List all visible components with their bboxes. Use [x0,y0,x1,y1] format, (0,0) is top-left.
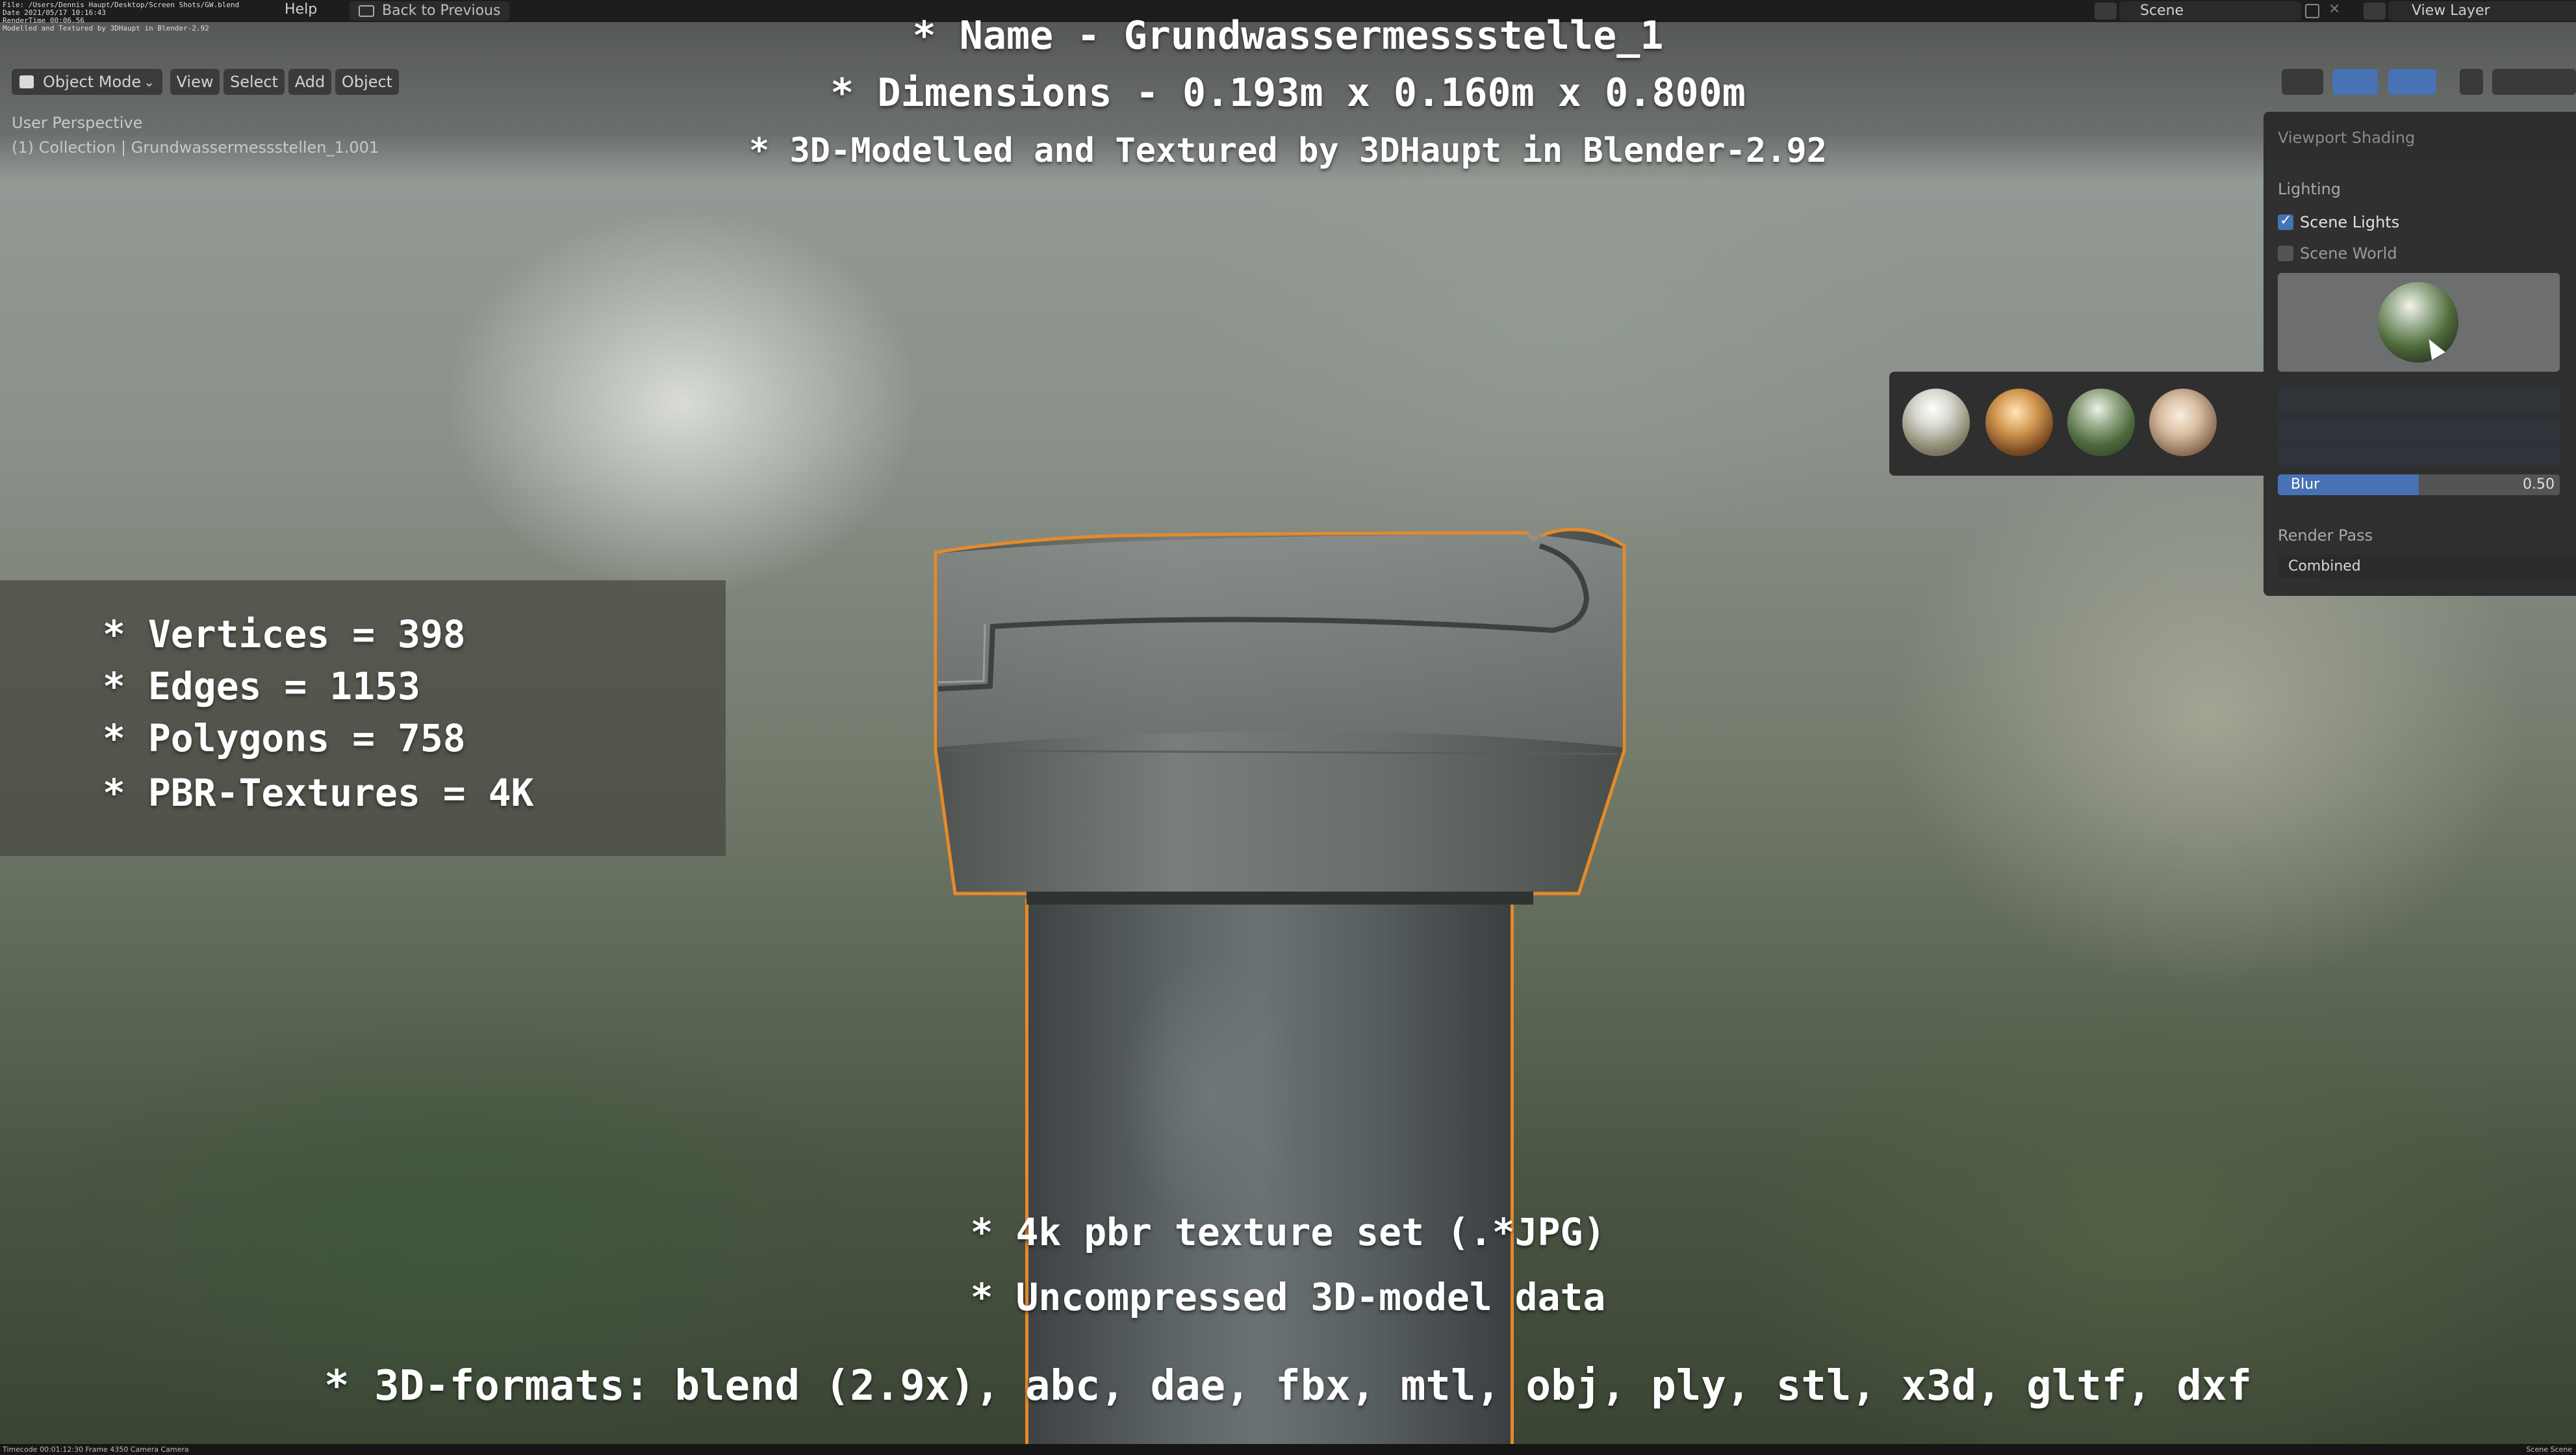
status-left: Timecode 00:01:12:30 Frame 4350 Camera C… [3,1445,189,1454]
render-pass-label: Render Pass [2278,526,2373,545]
textures-stat: * PBR-Textures = 4K [103,771,534,815]
model-cap[interactable] [929,520,1644,923]
view-perspective-label: User Perspective [12,114,143,132]
model-name-caption: * Name - Grundwassermessstelle_1 [912,13,1664,58]
hdri-thumb-3[interactable] [2067,389,2135,456]
edges-stat: * Edges = 1153 [103,664,420,708]
world-strength-field[interactable] [2278,418,2560,444]
hdri-thumb-4[interactable] [2149,389,2217,456]
texture-set-caption: * 4k pbr texture set (.*JPG) [970,1210,1606,1254]
scene-lights-checkbox[interactable] [2278,212,2293,230]
scene-world-label[interactable]: Scene World [2300,244,2397,263]
hdri-sphere-preview[interactable] [2378,282,2458,363]
status-bar: Timecode 00:01:12:30 Frame 4350 Camera C… [0,1444,2576,1455]
formats-caption: * 3D-formats: blend (2.9x), abc, dae, fb… [324,1362,2252,1410]
vertices-stat: * Vertices = 398 [103,612,466,656]
cap-upper-band [937,534,1623,747]
author-caption: * 3D-Modelled and Textured by 3DHaupt in… [748,131,1828,170]
hdri-thumb-2[interactable] [1985,389,2053,456]
scene-world-checkbox[interactable] [2278,246,2293,261]
scene-lights-label[interactable]: Scene Lights [2300,213,2399,231]
render-pass-dropdown[interactable]: Combined [2278,555,2576,578]
popover-title: Viewport Shading [2278,129,2416,147]
status-right: Scene Scene [2526,1445,2572,1454]
hdri-thumb-1[interactable] [1902,389,1970,456]
blur-value: 0.50 [2523,476,2555,493]
world-rotation-field[interactable] [2278,387,2560,413]
uncompressed-caption: * Uncompressed 3D-model data [970,1275,1606,1319]
lighting-label: Lighting [2278,180,2341,198]
cap-seal-ring [1027,892,1533,905]
world-opacity-field[interactable] [2278,446,2560,467]
polygons-stat: * Polygons = 758 [103,716,466,760]
dimensions-caption: * Dimensions - 0.193m x 0.160m x 0.800m [830,70,1746,116]
blur-label: Blur [2291,476,2320,493]
